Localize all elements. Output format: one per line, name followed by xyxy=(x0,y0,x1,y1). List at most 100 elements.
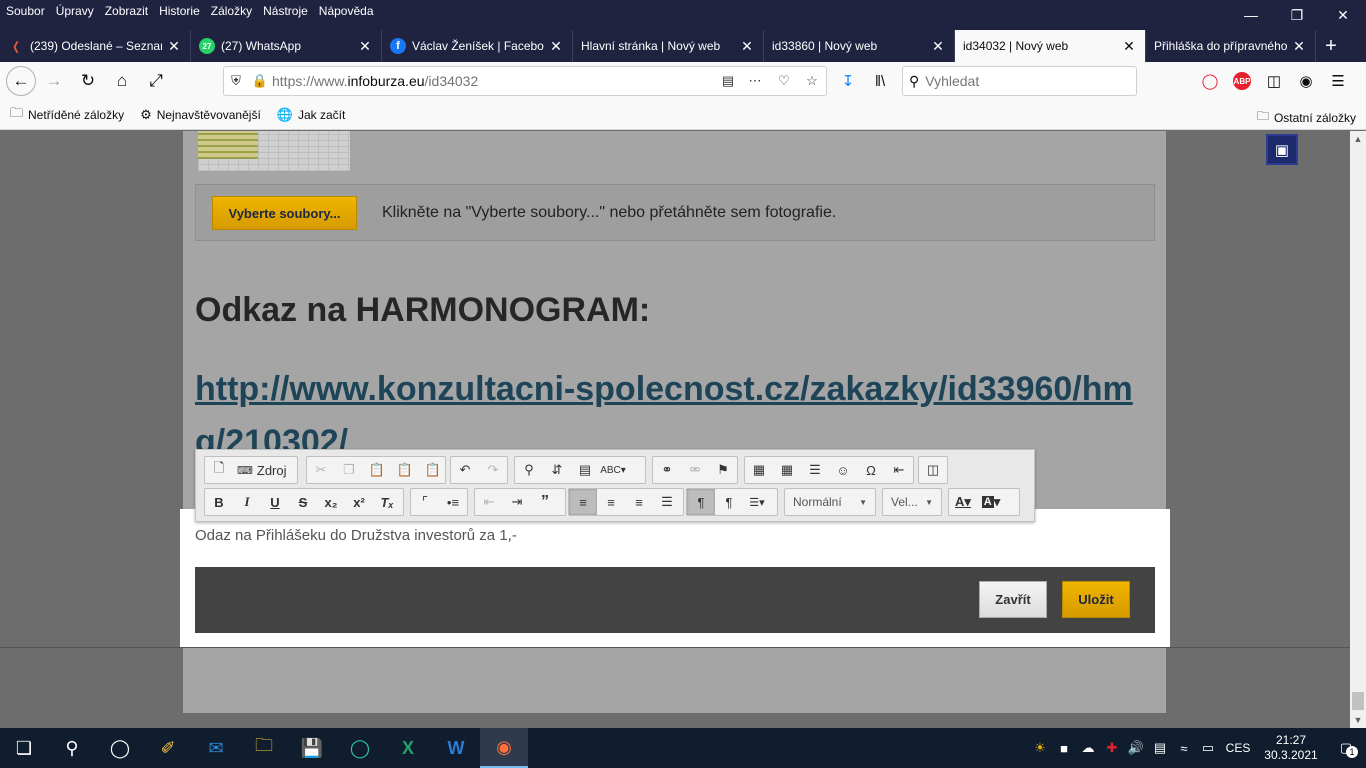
scroll-up-icon[interactable]: ▲ xyxy=(1350,131,1366,147)
paste-word-icon[interactable]: 📋 xyxy=(419,457,447,483)
harmonogram-link[interactable]: http://www.konzultacni-spolecnost.cz/zak… xyxy=(195,363,1135,451)
close-icon[interactable]: ✕ xyxy=(548,38,564,55)
close-icon[interactable]: ✕ xyxy=(1121,38,1137,55)
antivirus-icon[interactable]: ✚ xyxy=(1100,740,1124,756)
menu-zalozky[interactable]: Záložky xyxy=(205,0,257,18)
blockquote-icon[interactable]: ” xyxy=(531,489,559,515)
shield-icon[interactable]: ⛨ xyxy=(224,73,248,89)
menu-napoveda[interactable]: Nápověda xyxy=(313,0,379,18)
edge-icon[interactable]: ◯ xyxy=(336,728,384,768)
back-icon[interactable]: ← xyxy=(6,66,36,96)
strikethrough-icon[interactable]: S xyxy=(289,489,317,515)
wifi-icon[interactable]: ≈ xyxy=(1172,741,1196,756)
bold-icon[interactable]: B xyxy=(205,489,233,515)
restore-icon[interactable]: ❐ xyxy=(1274,0,1320,30)
language-icon[interactable]: ☰▾ xyxy=(743,489,771,515)
special-char-icon[interactable]: Ω xyxy=(857,457,885,483)
sidebar-icon[interactable]: ◫ xyxy=(1258,68,1290,94)
italic-icon[interactable]: I xyxy=(233,489,261,515)
tab-seznam[interactable]: ❬ (239) Odeslané – Seznam ✕ xyxy=(0,30,191,62)
align-left-icon[interactable]: ≡ xyxy=(569,489,597,515)
link-icon[interactable]: ⚭ xyxy=(653,457,681,483)
editor-content[interactable]: Odaz na Přihlášeku do Družstva investorů… xyxy=(195,527,517,544)
tab-whatsapp[interactable]: 27 (27) WhatsApp ✕ xyxy=(191,30,382,62)
superscript-icon[interactable]: x² xyxy=(345,489,373,515)
menu-nastroje[interactable]: Nástroje xyxy=(257,0,313,18)
weather-icon[interactable]: ☀ xyxy=(1028,740,1052,756)
more-icon[interactable]: ⋯ xyxy=(740,73,770,89)
find-icon[interactable]: ⚲ xyxy=(515,457,543,483)
cut-icon[interactable]: ✂ xyxy=(307,457,335,483)
windows-start-icon[interactable]: ❏ xyxy=(0,728,48,768)
search-icon[interactable]: ⚲ xyxy=(48,728,96,768)
cloud-icon[interactable]: ☁ xyxy=(1076,740,1100,756)
close-icon[interactable]: ✕ xyxy=(739,38,755,55)
new-page-icon[interactable]: 🗋 xyxy=(205,457,233,483)
lock-icon[interactable]: 🔒 xyxy=(248,73,272,89)
subscript-icon[interactable]: x₂ xyxy=(317,489,345,515)
underline-icon[interactable]: U xyxy=(261,489,289,515)
unlink-icon[interactable]: ⚮ xyxy=(681,457,709,483)
tab-id34032[interactable]: id34032 | Nový web ✕ xyxy=(955,30,1146,62)
vertical-scrollbar[interactable]: ▲ ▼ xyxy=(1350,131,1366,728)
menu-zobrazit[interactable]: Zobrazit xyxy=(99,0,153,18)
excel-icon[interactable]: X xyxy=(384,728,432,768)
tab-prihlaska[interactable]: Přihláška do přípravného Družstva ✕ xyxy=(1146,30,1316,62)
select-all-icon[interactable]: ▤ xyxy=(571,457,599,483)
bookmark-netridene[interactable]: 🗀 Netříděné záložky xyxy=(0,104,130,126)
notifications-icon[interactable]: ▢ 1 xyxy=(1326,740,1366,758)
close-icon[interactable]: ✕ xyxy=(357,38,373,55)
explorer-icon[interactable]: 🗀 xyxy=(240,728,288,768)
text-color-icon[interactable]: A▾ xyxy=(949,489,977,515)
search-bar[interactable]: ⚲ xyxy=(902,66,1137,96)
replace-icon[interactable]: ⇵ xyxy=(543,457,571,483)
dropbox-icon[interactable]: ■ xyxy=(1052,741,1076,756)
format-select[interactable]: Normální ▼ xyxy=(784,488,876,516)
word-icon[interactable]: W xyxy=(432,728,480,768)
save-floppy-icon[interactable]: 💾 xyxy=(288,728,336,768)
redo-icon[interactable]: ↷ xyxy=(479,457,507,483)
minimize-icon[interactable]: — xyxy=(1228,0,1274,30)
font-size-select[interactable]: Vel... ▼ xyxy=(882,488,942,516)
undo-icon[interactable]: ↶ xyxy=(451,457,479,483)
monitor-icon[interactable]: ▣ xyxy=(1266,134,1298,165)
ltr-icon[interactable]: ¶ xyxy=(687,489,715,515)
numbered-list-icon[interactable]: ⌜ xyxy=(411,489,439,515)
background-color-icon[interactable]: A ▾ xyxy=(977,489,1005,515)
upload-dropzone[interactable]: Vyberte soubory... Klikněte na "Vyberte … xyxy=(195,184,1155,241)
image-icon[interactable]: ▦ xyxy=(745,457,773,483)
fullscreen-icon[interactable]: ⤢ xyxy=(140,65,172,97)
volume-icon[interactable]: 🔊 xyxy=(1124,740,1148,756)
close-icon[interactable]: ✕ xyxy=(166,38,182,55)
star-icon[interactable]: ☆ xyxy=(798,73,826,89)
paste-text-icon[interactable]: 📋 xyxy=(391,457,419,483)
outdent-icon[interactable]: ⇤ xyxy=(475,489,503,515)
iframe-icon[interactable]: ◫ xyxy=(919,457,947,483)
anchor-flag-icon[interactable]: ⚑ xyxy=(709,457,737,483)
account-icon[interactable]: ◉ xyxy=(1290,68,1322,94)
rtl-icon[interactable]: ¶ xyxy=(715,489,743,515)
menu-upravy[interactable]: Úpravy xyxy=(50,0,99,18)
forward-icon[interactable]: → xyxy=(38,65,70,97)
paste-icon[interactable]: 📋 xyxy=(363,457,391,483)
close-icon[interactable]: ✕ xyxy=(1291,38,1307,55)
new-tab-button[interactable]: + xyxy=(1316,30,1346,62)
image-thumbnail[interactable] xyxy=(198,131,350,171)
table-icon[interactable]: ▦ xyxy=(773,457,801,483)
reader-view-icon[interactable]: ▤ xyxy=(716,73,740,89)
network-icon[interactable]: ▤ xyxy=(1148,740,1172,756)
indent-icon[interactable]: ⇥ xyxy=(503,489,531,515)
spellcheck-icon[interactable]: ABC▾ xyxy=(599,457,627,483)
search-input[interactable] xyxy=(925,73,1136,89)
copy-icon[interactable]: ❐ xyxy=(335,457,363,483)
ad-block-icon[interactable]: ◯ xyxy=(1194,68,1226,94)
abp-icon[interactable]: ABP xyxy=(1226,68,1258,94)
source-button[interactable]: ⌨ Zdroj xyxy=(233,457,291,483)
home-icon[interactable]: ⌂ xyxy=(106,65,138,97)
firefox-icon[interactable]: ◉ xyxy=(480,728,528,768)
bulleted-list-icon[interactable]: •≡ xyxy=(439,489,467,515)
close-icon[interactable]: ✕ xyxy=(1320,0,1366,30)
align-center-icon[interactable]: ≡ xyxy=(597,489,625,515)
close-button[interactable]: Zavřít xyxy=(979,581,1047,618)
page-break-icon[interactable]: ⇤ xyxy=(885,457,913,483)
